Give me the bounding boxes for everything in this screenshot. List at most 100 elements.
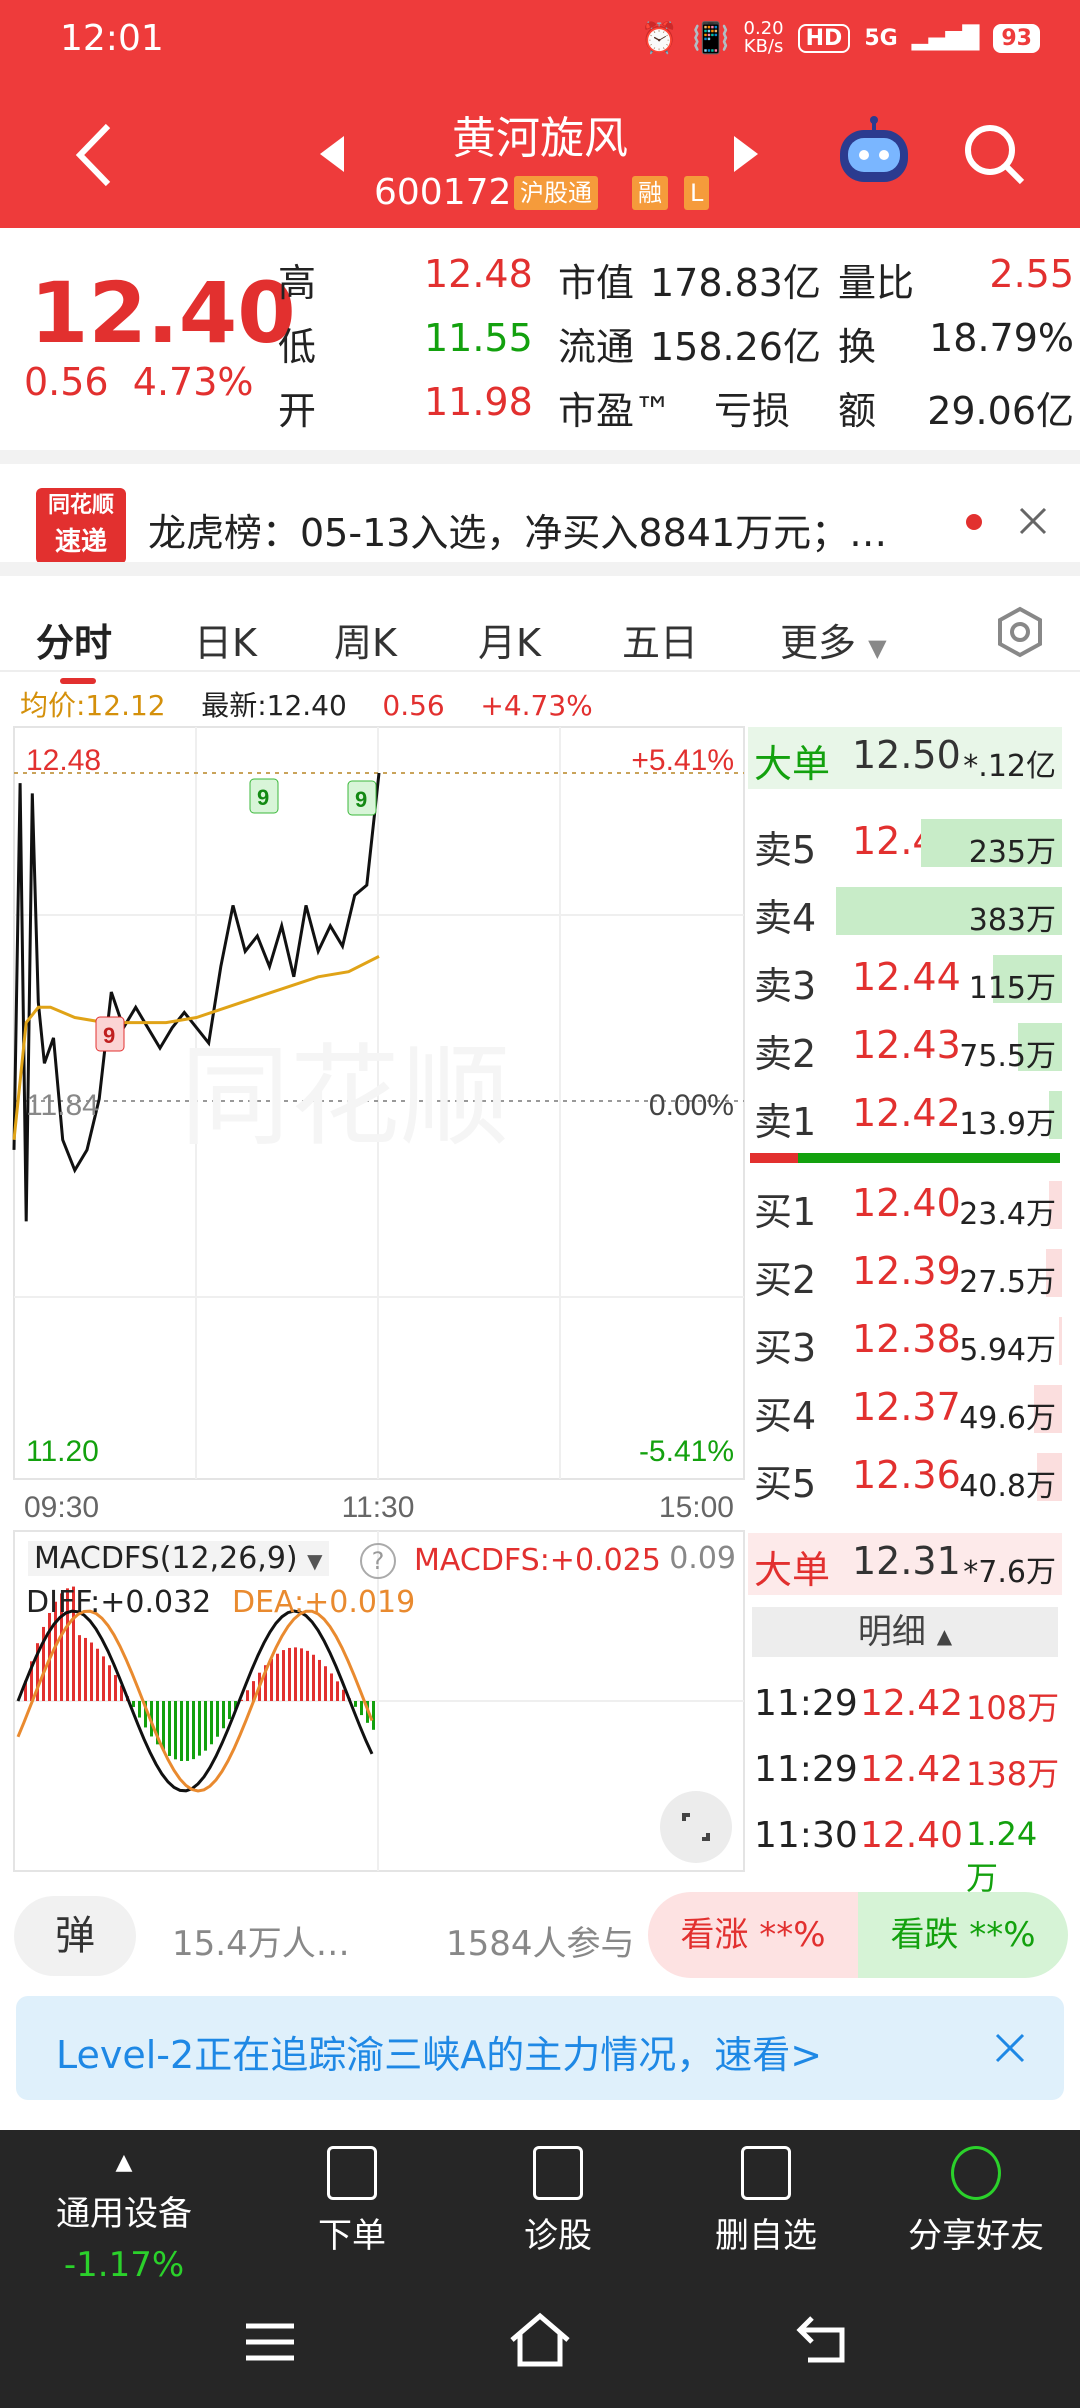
avg-price: 均价:12.12 bbox=[20, 689, 166, 722]
buy-order-row: 买5 12.36 40.8万 bbox=[748, 1447, 1062, 1509]
system-nav-bar bbox=[0, 2280, 1080, 2408]
tab-daily-k[interactable]: 日K bbox=[194, 612, 257, 667]
macd-bar bbox=[300, 1648, 303, 1701]
status-time: 12:01 bbox=[60, 18, 164, 59]
y-tick-label: 12.48 bbox=[26, 744, 101, 777]
tab-intraday[interactable]: 分时 bbox=[36, 612, 112, 667]
y-right-tick-label: +5.41% bbox=[631, 744, 734, 777]
sell-order-row: 卖2 12.43 75.5万 bbox=[748, 1017, 1062, 1079]
order-price: 12.44 bbox=[852, 955, 961, 999]
search-icon[interactable] bbox=[962, 122, 1028, 188]
float-cap-value: 158.26亿 bbox=[650, 325, 821, 369]
order-button[interactable]: 下单 bbox=[252, 2146, 452, 2257]
big-sell-order: 大单 12.50 *.12亿 bbox=[748, 727, 1062, 789]
big-buy-order: 大单 12.31 *7.6万 bbox=[748, 1533, 1062, 1595]
market-cap-label: 市值 bbox=[558, 261, 635, 305]
nav-bar: 黄河旋风 600172 沪股通 融 L bbox=[0, 80, 1080, 228]
order-volume: 235万 bbox=[968, 835, 1056, 870]
share-button[interactable]: 分享好友 bbox=[876, 2146, 1076, 2257]
macd-bar bbox=[270, 1658, 273, 1701]
stock-code: 600172 bbox=[374, 172, 512, 213]
battery-icon: 93 bbox=[993, 23, 1040, 53]
tick-time: 11:29 bbox=[754, 1749, 858, 1790]
macd-bar bbox=[306, 1650, 309, 1701]
y-right-tick-label: 0.00% bbox=[649, 1089, 734, 1122]
back-nav-icon[interactable] bbox=[796, 2314, 852, 2366]
price-info-line: 均价:12.12 最新:12.40 0.56 +4.73% bbox=[20, 684, 593, 724]
macd-bar bbox=[108, 1665, 111, 1701]
y-tick-label: 11.20 bbox=[26, 1435, 99, 1468]
close-icon[interactable] bbox=[994, 2032, 1026, 2064]
macd-bar bbox=[318, 1659, 321, 1701]
intraday-chart[interactable]: 同花顺 9 9 9 12.48 11.84 11.20 +5.41% 0.00%… bbox=[0, 725, 748, 1875]
news-text: 龙虎榜：05-13入选，净买入8841万元；… bbox=[148, 511, 888, 555]
macd-bar bbox=[192, 1701, 195, 1760]
chart-tabs: 分时 日K 周K 月K 五日 更多 ▼ bbox=[0, 562, 1080, 684]
low-value: 11.55 bbox=[424, 316, 533, 360]
macd-bar bbox=[162, 1701, 165, 1751]
macd-bar bbox=[174, 1701, 177, 1760]
amount-value: 29.06亿 bbox=[927, 389, 1074, 433]
bull-button[interactable]: 看涨 **% bbox=[648, 1892, 858, 1978]
macd-bar bbox=[228, 1701, 231, 1720]
order-price: 12.43 bbox=[852, 1023, 961, 1067]
price-change: 0.56 4.73% bbox=[24, 360, 254, 404]
remove-watchlist-button[interactable]: 删自选 bbox=[666, 2146, 866, 2257]
news-ticker[interactable]: 同花顺 速递 龙虎榜：05-13入选，净买入8841万元；… bbox=[0, 450, 1080, 564]
help-icon[interactable]: ? bbox=[360, 1543, 396, 1579]
order-volume: 40.8万 bbox=[959, 1469, 1056, 1504]
macd-bar bbox=[312, 1654, 315, 1701]
tick-volume: 108万 bbox=[966, 1689, 1060, 1727]
open-value: 11.98 bbox=[424, 380, 533, 424]
buy-order-row: 买1 12.40 23.4万 bbox=[748, 1175, 1062, 1237]
bear-button[interactable]: 看跌 **% bbox=[858, 1892, 1068, 1978]
home-icon[interactable] bbox=[508, 2312, 572, 2368]
robot-assistant-icon[interactable] bbox=[836, 116, 912, 186]
tip-text: Level-2正在追踪渝三峡A的主力情况，速看> bbox=[56, 2033, 823, 2077]
y-right-tick-label: -5.41% bbox=[639, 1435, 734, 1468]
order-price: 12.40 bbox=[852, 1181, 961, 1225]
hd-badge: HD bbox=[797, 23, 851, 53]
book-split-red bbox=[750, 1153, 798, 1163]
macd-bar bbox=[372, 1701, 375, 1730]
order-price: 12.39 bbox=[852, 1249, 961, 1293]
status-icons: ⏰ 📳 0.20 KB/s HD 5G ▂▄▆█ 93 bbox=[641, 20, 1040, 56]
macd-bar bbox=[198, 1701, 201, 1756]
dea-value: DEA:+0.019 bbox=[232, 1585, 416, 1620]
tab-monthly-k[interactable]: 月K bbox=[478, 612, 541, 667]
settings-icon[interactable] bbox=[994, 606, 1046, 658]
tab-weekly-k[interactable]: 周K bbox=[334, 612, 397, 667]
order-price: 12.38 bbox=[852, 1317, 961, 1361]
turnover-label: 换 bbox=[838, 325, 877, 369]
close-icon[interactable] bbox=[1018, 506, 1048, 536]
tick-time: 11:29 bbox=[754, 1683, 858, 1724]
macd-indicator-selector[interactable]: MACDFS(12,26,9) ▼ bbox=[28, 1541, 329, 1576]
order-label: 卖3 bbox=[754, 964, 817, 1008]
sell-order-row: 卖5 12.46 235万 bbox=[748, 813, 1062, 875]
expand-icon bbox=[682, 1813, 710, 1841]
amount-label: 额 bbox=[838, 389, 877, 433]
diagnose-button[interactable]: 诊股 bbox=[458, 2146, 658, 2257]
latest-price: 最新:12.40 bbox=[201, 689, 347, 722]
device-sector-item[interactable]: ▲ 通用设备 -1.17% bbox=[24, 2138, 224, 2285]
detail-toggle[interactable]: 明细 ▲ bbox=[752, 1607, 1058, 1657]
intraday-chart-area[interactable]: 同花顺 9 9 9 12.48 11.84 11.20 +5.41% 0.00%… bbox=[0, 725, 748, 1875]
menu-icon[interactable] bbox=[244, 2320, 296, 2364]
low-label: 低 bbox=[278, 325, 317, 369]
diff-value: DIFF:+0.032 bbox=[26, 1585, 212, 1620]
tick-volume: 138万 bbox=[966, 1755, 1060, 1793]
next-stock-icon[interactable] bbox=[732, 134, 760, 174]
tab-five-day[interactable]: 五日 bbox=[622, 612, 698, 667]
fullscreen-button[interactable] bbox=[660, 1791, 732, 1863]
macd-bar bbox=[216, 1701, 219, 1737]
order-volume: 5.94万 bbox=[959, 1333, 1056, 1368]
buy-order-row: 买3 12.38 5.94万 bbox=[748, 1311, 1062, 1373]
macd-bar bbox=[282, 1650, 285, 1701]
danmu-button[interactable]: 弹 bbox=[14, 1896, 136, 1976]
macd-bar bbox=[138, 1701, 141, 1718]
order-label: 买2 bbox=[754, 1258, 817, 1302]
level2-tip-banner[interactable]: Level-2正在追踪渝三峡A的主力情况，速看> bbox=[16, 1996, 1064, 2100]
macd-bar bbox=[96, 1648, 99, 1701]
tab-more[interactable]: 更多 ▼ bbox=[780, 612, 887, 667]
order-label: 卖4 bbox=[754, 896, 817, 940]
